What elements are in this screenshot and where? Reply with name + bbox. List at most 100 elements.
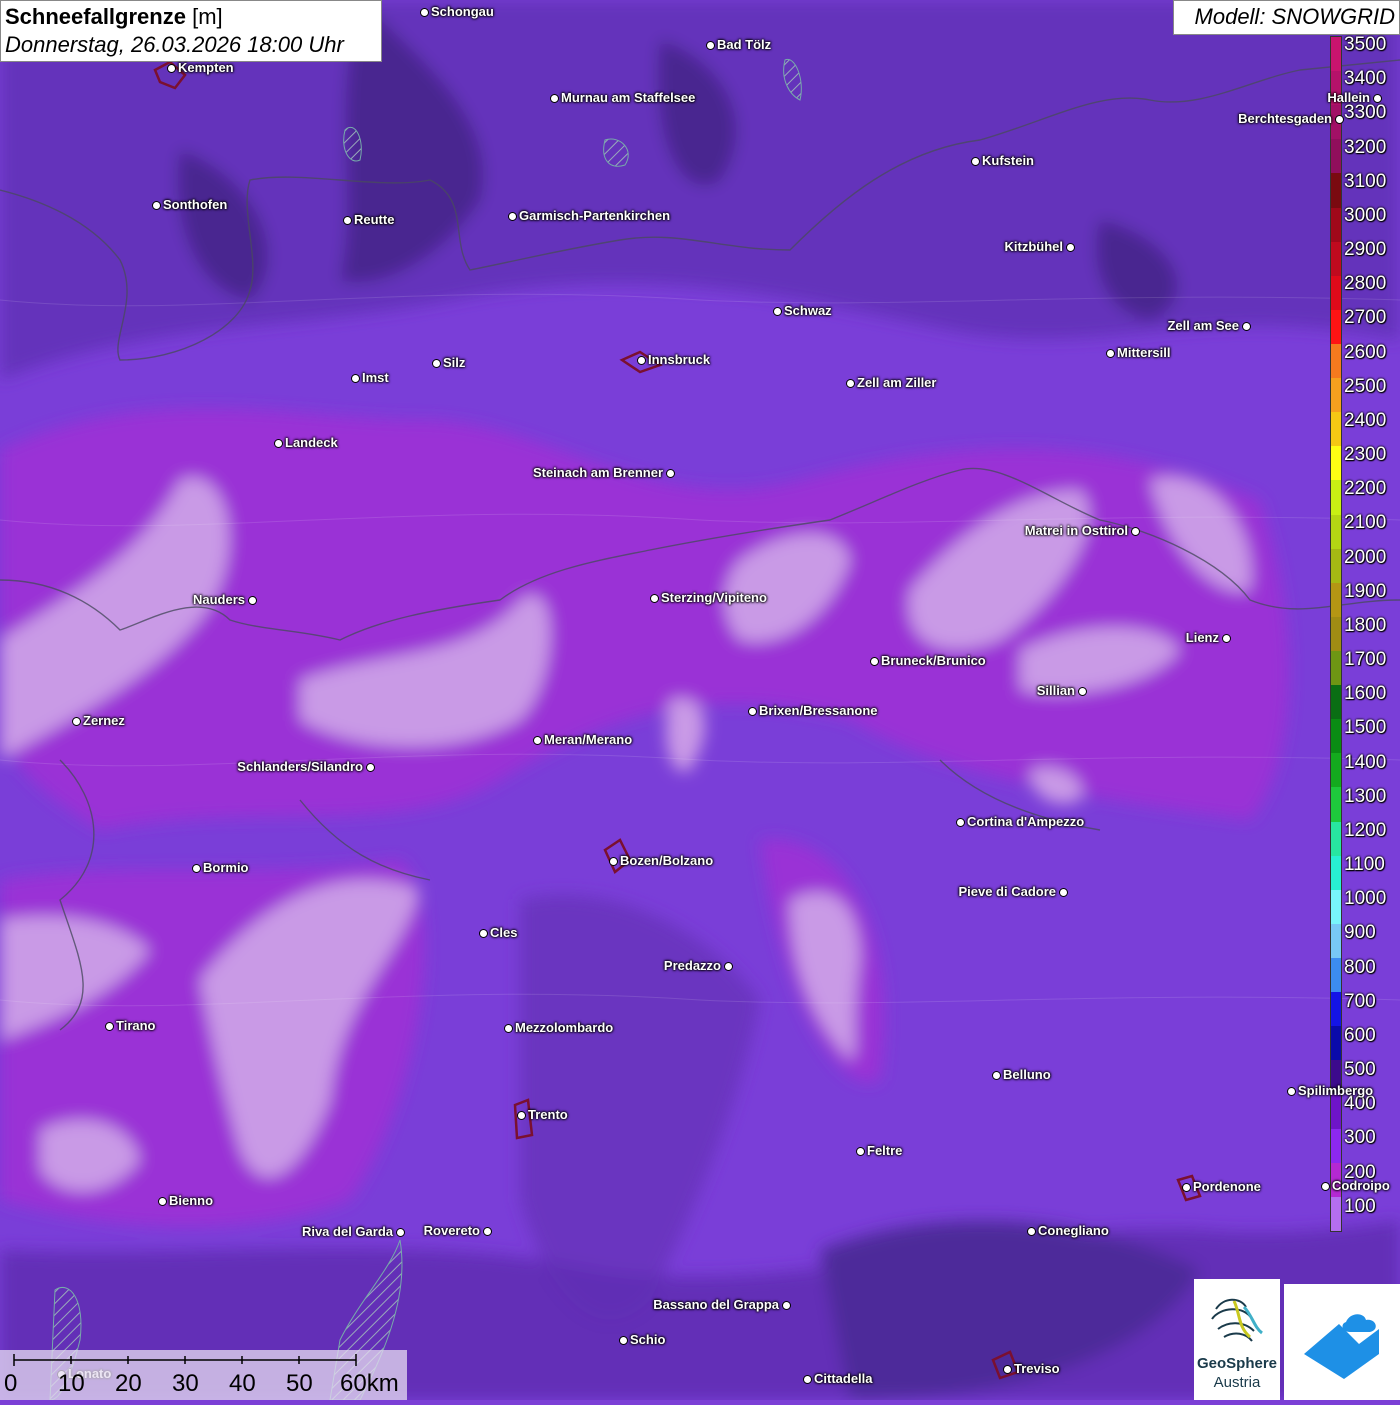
legend-label: 300 [1344,1127,1376,1149]
city-label: Murnau am Staffelsee [561,90,696,105]
legend-color-step [1331,139,1341,174]
city-marker [167,64,176,73]
legend-label: 500 [1344,1059,1376,1081]
city-label: Meran/Merano [544,732,633,747]
scale-label: 50 [286,1370,313,1397]
city-label: Kufstein [982,153,1034,168]
legend-label: 3200 [1344,136,1387,158]
legend-color-step [1331,514,1341,549]
city-label: Berchtesgaden [1238,111,1332,126]
legend-color-step [1331,650,1341,686]
scale-label: 30 [172,1370,199,1397]
legend-color-step [1331,412,1341,447]
legend-color-step [1331,1026,1341,1061]
legend-label: 2300 [1344,444,1387,466]
legend-label: 1700 [1344,649,1387,671]
legend-label: 2400 [1344,409,1387,431]
map-datetime: Donnerstag, 26.03.2026 18:00 Uhr [5,32,344,57]
city-marker [105,1022,114,1031]
city-marker [637,356,646,365]
city-label: Zernez [83,713,125,728]
city-label: Landeck [285,435,338,450]
city-label: Bad Tölz [717,37,772,52]
geosphere-name: GeoSphere [1196,1355,1278,1372]
city-marker [351,374,360,383]
city-label: Codroipo [1332,1178,1390,1193]
legend-label: 800 [1344,956,1376,978]
city-label: Bozen/Bolzano [620,853,714,868]
city-marker [773,307,782,316]
city-label: Silz [443,355,466,370]
city-label: Cittadella [814,1371,873,1386]
scale-label: 40 [229,1370,256,1397]
city-marker [992,1071,1001,1080]
city-label: Conegliano [1038,1223,1109,1238]
legend-color-step [1331,309,1341,344]
legend-color-step [1331,992,1341,1027]
city-marker [420,8,429,17]
legend-label: 1200 [1344,819,1387,841]
geosphere-logo: GeoSphere Austria [1194,1279,1280,1400]
city-label: Reutte [354,212,395,227]
city-label: Innsbruck [648,352,711,367]
city-label: Sonthofen [163,197,228,212]
city-marker [1106,349,1115,358]
city-marker [192,864,201,873]
legend-color-step [1331,480,1341,515]
city-marker [1131,527,1140,536]
map-title-box: Schneefallgrenze [m] Donnerstag, 26.03.2… [0,0,382,62]
city-marker [1027,1227,1036,1236]
city-label: Mittersill [1117,345,1171,360]
legend-color-step [1331,275,1341,310]
city-label: Trento [528,1107,568,1122]
city-label: Nauders [192,592,245,607]
legend-label: 2500 [1344,375,1387,397]
city-label: Hallein [1327,90,1370,105]
city-marker [748,707,757,716]
legend-label: 600 [1344,1024,1376,1046]
city-label: Zell am See [1167,318,1239,333]
city-label: Belluno [1003,1067,1051,1082]
city-label: Sterzing/Vipiteno [661,590,767,605]
legend-label: 1400 [1344,751,1387,773]
city-marker [846,379,855,388]
city-label: Kempten [178,60,234,75]
legend-color-step [1331,923,1341,958]
legend-label: 1800 [1344,614,1387,636]
city-marker [550,94,559,103]
city-label: Bassano del Grappa [653,1297,779,1312]
legend-color-step [1331,37,1341,72]
city-label: Rovereto [423,1223,480,1238]
city-marker [1078,687,1087,696]
legend-label: 1000 [1344,888,1387,910]
legend-label: 100 [1344,1195,1376,1217]
legend-label: 3300 [1344,102,1387,124]
city-marker [971,157,980,166]
legend-label: 2600 [1344,341,1387,363]
city-label: Predazzo [663,958,721,973]
city-marker [803,1375,812,1384]
legend-color-step [1331,1196,1341,1231]
city-label: Garmisch-Partenkirchen [519,208,671,223]
city-label: Schio [630,1332,666,1347]
city-marker [782,1301,791,1310]
scale-label: 10 [58,1370,85,1397]
city-label: Bormio [203,860,249,875]
city-marker [1066,243,1075,252]
city-marker [504,1024,513,1033]
model-label: Modell: SNOWGRID [1173,0,1400,35]
legend-label: 3400 [1344,68,1387,90]
legend-color-step [1331,855,1341,890]
city-label: Brixen/Bressanone [759,703,878,718]
city-marker [1222,634,1231,643]
legend-label: 3000 [1344,204,1387,226]
city-marker [432,359,441,368]
city-marker [533,736,542,745]
legend-label: 3500 [1344,34,1387,55]
legend-color-step [1331,241,1341,276]
legend-color-step [1331,548,1341,583]
legend-label: 1500 [1344,717,1387,739]
city-label: Steinach am Brenner [532,465,663,480]
city-marker [856,1147,865,1156]
scale-bar: 0 10 20 30 40 50 60km [0,1350,407,1400]
